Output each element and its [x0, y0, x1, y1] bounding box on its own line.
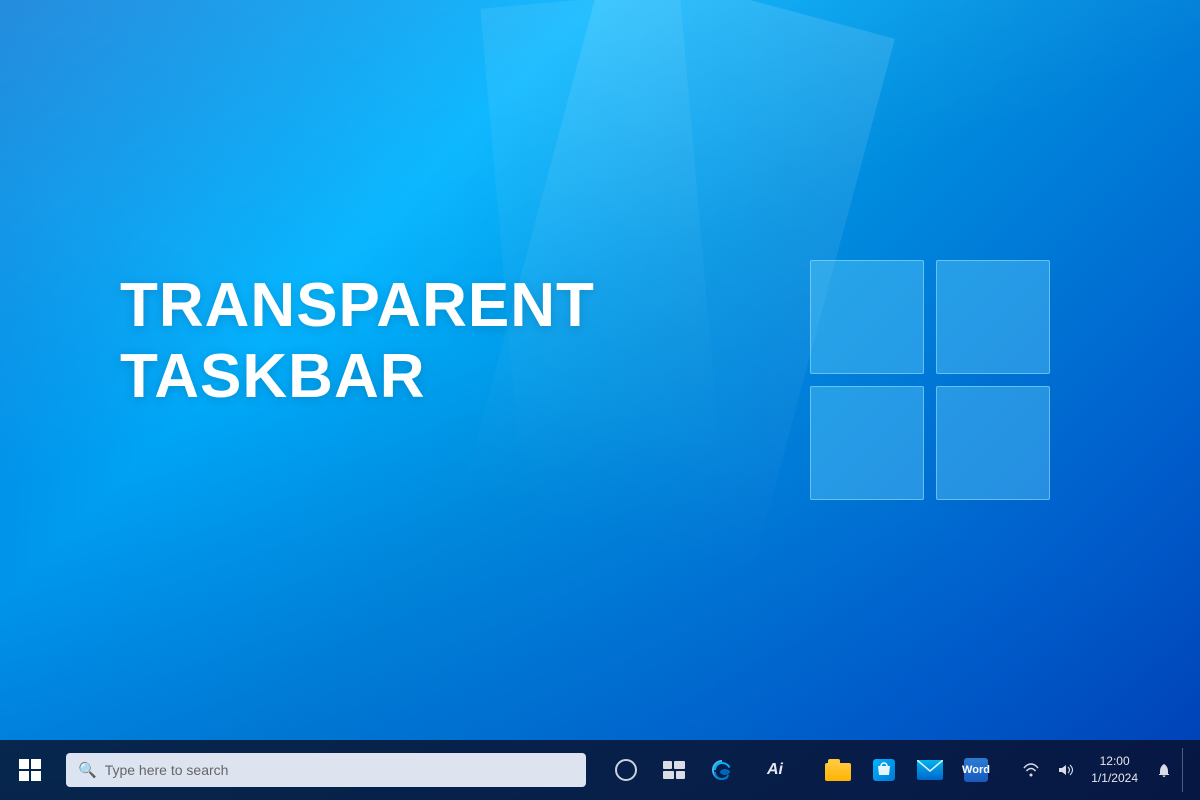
search-placeholder-text: Type here to search [105, 762, 229, 778]
volume-icon [1057, 762, 1073, 778]
notification-button[interactable] [1148, 748, 1180, 792]
ai-label: Ai [767, 761, 783, 779]
ai-button[interactable]: Ai [744, 748, 806, 792]
edge-icon [711, 759, 733, 781]
title-line2: TASKBAR [120, 341, 595, 412]
taskbar-center-icons [604, 748, 744, 792]
start-button[interactable] [0, 740, 60, 800]
volume-button[interactable] [1049, 748, 1081, 792]
network-button[interactable] [1015, 748, 1047, 792]
network-icon [1023, 762, 1039, 778]
mail-icon [917, 760, 943, 780]
windows-flag-icon [19, 759, 41, 781]
search-bar[interactable]: 🔍 Type here to search [66, 753, 586, 787]
clock[interactable]: 12:00 1/1/2024 [1083, 753, 1146, 787]
word-icon: Word [964, 758, 988, 782]
word-button[interactable]: Word [954, 748, 998, 792]
win-logo-pane-tl [810, 260, 924, 374]
edge-button[interactable] [700, 748, 744, 792]
search-icon: 🔍 [78, 763, 97, 778]
title-line1: TRANSPARENT [120, 270, 595, 341]
clock-date: 1/1/2024 [1091, 770, 1138, 787]
system-tray: 12:00 1/1/2024 [1015, 748, 1200, 792]
store-button[interactable] [862, 748, 906, 792]
desktop-title: TRANSPARENT TASKBAR [120, 270, 595, 413]
win-logo-pane-tr [936, 260, 1050, 374]
windows-logo-desktop [810, 260, 1050, 500]
taskbar-app-icons: Word [816, 748, 998, 792]
show-desktop-button[interactable] [1182, 748, 1190, 792]
desktop: TRANSPARENT TASKBAR 🔍 [0, 0, 1200, 800]
notification-icon [1156, 762, 1172, 778]
clock-time: 12:00 [1100, 753, 1130, 770]
cortana-button[interactable] [604, 748, 648, 792]
file-explorer-button[interactable] [816, 748, 860, 792]
word-icon-label: Word [962, 764, 990, 776]
taskbar: 🔍 Type here to search [0, 740, 1200, 800]
store-icon [873, 759, 895, 781]
mail-button[interactable] [908, 748, 952, 792]
taskview-icon [663, 761, 685, 779]
taskview-button[interactable] [652, 748, 696, 792]
cortana-icon [615, 759, 637, 781]
win-logo-pane-bl [810, 386, 924, 500]
folder-icon [825, 759, 851, 781]
win-logo-pane-br [936, 386, 1050, 500]
